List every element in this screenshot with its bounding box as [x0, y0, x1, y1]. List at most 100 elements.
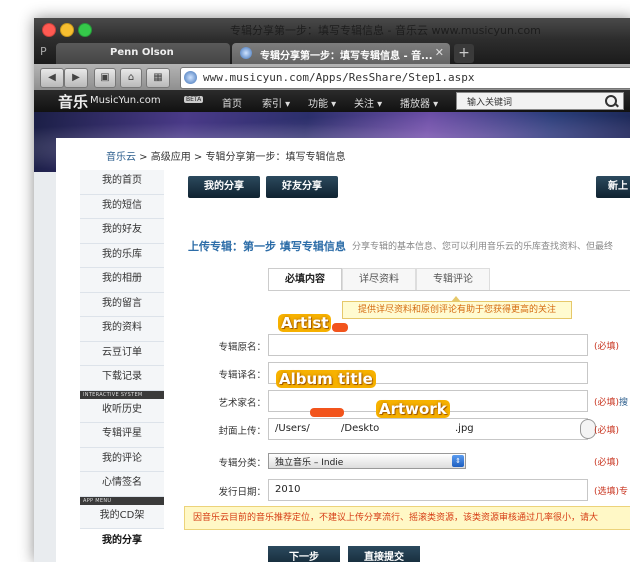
- category-value: 独立音乐 – Indie: [275, 458, 344, 468]
- tab-review[interactable]: 专辑评论: [416, 268, 490, 291]
- home-icon[interactable]: ⌂: [120, 68, 142, 88]
- browser-toolbar: ◀ ▶ ▣ ⌂ ▦ www.musicyun.com/Apps/ResShare…: [34, 64, 630, 90]
- sidebar-item-messages-board[interactable]: 我的留言: [80, 292, 164, 317]
- artist-label: 艺术家名：: [218, 398, 266, 409]
- redaction-mark: [332, 323, 348, 332]
- required-marker: (必填): [594, 458, 620, 468]
- required-marker: (必填): [594, 426, 620, 436]
- required-marker: (必填)搜: [594, 395, 628, 408]
- sidebar-item-profile[interactable]: 我的资料: [80, 317, 164, 342]
- artwork-annotation: Artwork: [376, 400, 450, 418]
- tab-penn-olson[interactable]: Penn Olson: [56, 43, 230, 64]
- new-upload-button[interactable]: 新上: [596, 176, 630, 198]
- new-tab-button[interactable]: +: [454, 44, 474, 63]
- submit-directly-button[interactable]: 直接提交: [348, 546, 420, 562]
- site-nav-bar: 音乐 MusicYun.com BETA 首页 索引 ▾ 功能 ▾ 关注 ▾ 播…: [34, 90, 630, 112]
- sidebar-item-ratings[interactable]: 专辑评星: [80, 423, 164, 448]
- sidebar-item-history[interactable]: 收听历史: [80, 398, 164, 423]
- select-arrows-icon: ⇕: [452, 455, 464, 467]
- notice-text: 因音乐云目前的音乐推荐定位，不建议上传分享流行、摇滚类资源，该类资源审核通过几率…: [193, 513, 599, 523]
- cover-path-a: /Users/: [275, 423, 310, 434]
- required-text: (必填): [594, 398, 620, 408]
- close-tab-icon[interactable]: ✕: [435, 46, 444, 59]
- redaction-mark: [310, 408, 344, 417]
- sidebar-item-home[interactable]: 我的首页: [80, 170, 164, 195]
- breadcrumb-rest: > 高级应用 > 专辑分享第一步：填写专辑信息: [136, 152, 346, 163]
- tooltip: 提供详尽资料和原创评论有助于您获得更高的关注: [342, 296, 572, 319]
- sidebar-item-cd-shelf[interactable]: 我的CD架: [80, 504, 164, 529]
- release-date-input[interactable]: 2010: [268, 479, 588, 501]
- album-name-input[interactable]: [268, 334, 588, 356]
- page-heading: 上传专辑：第一步 填写专辑信息: [188, 240, 346, 253]
- sidebar-section-header: APP MENU: [80, 496, 164, 505]
- cover-path-c: .jpg: [455, 423, 474, 434]
- window-title: 专辑分享第一步：填写专辑信息 - 音乐云 www.musicyun.com: [230, 24, 541, 37]
- back-button[interactable]: ◀: [40, 68, 64, 88]
- breadcrumb-home[interactable]: 音乐云: [106, 152, 136, 163]
- minimize-window-button[interactable]: [60, 23, 74, 37]
- tab-bar: P Penn Olson 专辑分享第一步：填写专辑信息 - 音... ✕ +: [34, 40, 630, 64]
- sidebar: 我的首页 我的短信 我的好友 我的乐库 我的相册 我的留言 我的资料 云豆订单 …: [80, 170, 164, 553]
- album-translated-label: 专辑译名：: [218, 370, 266, 381]
- search-placeholder: 输入关键词: [467, 98, 513, 108]
- pin-icon[interactable]: P: [40, 45, 47, 58]
- breadcrumb: 音乐云 > 高级应用 > 专辑分享第一步：填写专辑信息: [106, 148, 345, 163]
- nav-index[interactable]: 索引 ▾: [262, 95, 290, 110]
- address-bar[interactable]: www.musicyun.com/Apps/ResShare/Step1.asp…: [180, 67, 630, 89]
- notice-banner: 因音乐云目前的音乐推荐定位，不建议上传分享流行、摇滚类资源，该类资源审核通过几率…: [184, 506, 630, 530]
- my-share-button[interactable]: 我的分享: [188, 176, 260, 198]
- artist-annotation: Artist: [278, 314, 332, 332]
- sidebar-item-mood[interactable]: 心情签名: [80, 472, 164, 497]
- page-content: 音乐云 > 高级应用 > 专辑分享第一步：填写专辑信息 我的首页 我的短信 我的…: [56, 138, 630, 562]
- next-step-button[interactable]: 下一步: [268, 546, 340, 562]
- bookmark-icon[interactable]: ▣: [94, 68, 116, 88]
- nav-player[interactable]: 播放器 ▾: [400, 95, 438, 110]
- friend-share-button[interactable]: 好友分享: [266, 176, 338, 198]
- sidebar-section-header: INTERACTIVE SYSTEM: [80, 390, 164, 399]
- tab-label: Penn Olson: [110, 47, 174, 58]
- url-text: www.musicyun.com/Apps/ResShare/Step1.asp…: [203, 71, 475, 84]
- search-link[interactable]: 搜: [619, 398, 628, 408]
- album-title-annotation: Album title: [276, 370, 376, 388]
- nav-home[interactable]: 首页: [222, 95, 242, 110]
- album-name-label: 专辑原名：: [218, 342, 266, 353]
- tab-divider: [268, 290, 630, 291]
- grid-icon[interactable]: ▦: [146, 68, 170, 88]
- tab-musicyun[interactable]: 专辑分享第一步：填写专辑信息 - 音... ✕: [232, 43, 450, 64]
- cover-path-b: /Deskto: [341, 423, 380, 434]
- optional-text: (选填): [594, 487, 620, 497]
- sidebar-item-downloads[interactable]: 下载记录: [80, 366, 164, 391]
- nav-follow[interactable]: 关注 ▾: [354, 95, 382, 110]
- beta-badge: BETA: [184, 96, 204, 103]
- sidebar-item-my-share[interactable]: 我的分享: [80, 529, 164, 553]
- globe-icon: [184, 71, 197, 84]
- sidebar-item-library[interactable]: 我的乐库: [80, 243, 164, 268]
- zoom-window-button[interactable]: [78, 23, 92, 37]
- tab-details[interactable]: 详尽资料: [342, 268, 416, 291]
- cover-file-input[interactable]: /Users/ /Deskto .jpg: [268, 418, 588, 440]
- cover-upload-label: 封面上传：: [218, 426, 266, 437]
- forward-button[interactable]: ▶: [64, 68, 88, 88]
- main-panel: 我的分享 好友分享 新上 上传专辑：第一步 填写专辑信息 分享专辑的基本信息、您…: [180, 168, 630, 562]
- tab-label: 专辑分享第一步：填写专辑信息 - 音...: [260, 51, 433, 62]
- sidebar-item-orders[interactable]: 云豆订单: [80, 341, 164, 366]
- tab-required[interactable]: 必填内容: [268, 268, 342, 291]
- site-logo-text[interactable]: MusicYun.com: [90, 95, 161, 106]
- close-window-button[interactable]: [42, 23, 56, 37]
- search-icon[interactable]: [601, 93, 621, 109]
- site-search-input[interactable]: 输入关键词: [456, 92, 624, 110]
- sidebar-item-messages[interactable]: 我的短信: [80, 194, 164, 219]
- sidebar-item-comments[interactable]: 我的评论: [80, 447, 164, 472]
- nav-features[interactable]: 功能 ▾: [308, 95, 336, 110]
- optional-extra: 专: [619, 487, 629, 497]
- site-logo[interactable]: 音乐: [58, 91, 88, 112]
- browser-window: 专辑分享第一步：填写专辑信息 - 音乐云 www.musicyun.com P …: [34, 18, 630, 562]
- sidebar-item-friends[interactable]: 我的好友: [80, 219, 164, 244]
- category-select[interactable]: 独立音乐 – Indie ⇕: [268, 453, 466, 469]
- release-date-label: 发行日期：: [218, 487, 266, 498]
- globe-icon: [240, 47, 252, 59]
- category-label: 专辑分类：: [218, 458, 266, 469]
- sidebar-item-albums[interactable]: 我的相册: [80, 268, 164, 293]
- page-description: 分享专辑的基本信息、您可以利用音乐云的乐库查找资料、但最终: [352, 242, 614, 252]
- release-date-value: 2010: [275, 484, 301, 495]
